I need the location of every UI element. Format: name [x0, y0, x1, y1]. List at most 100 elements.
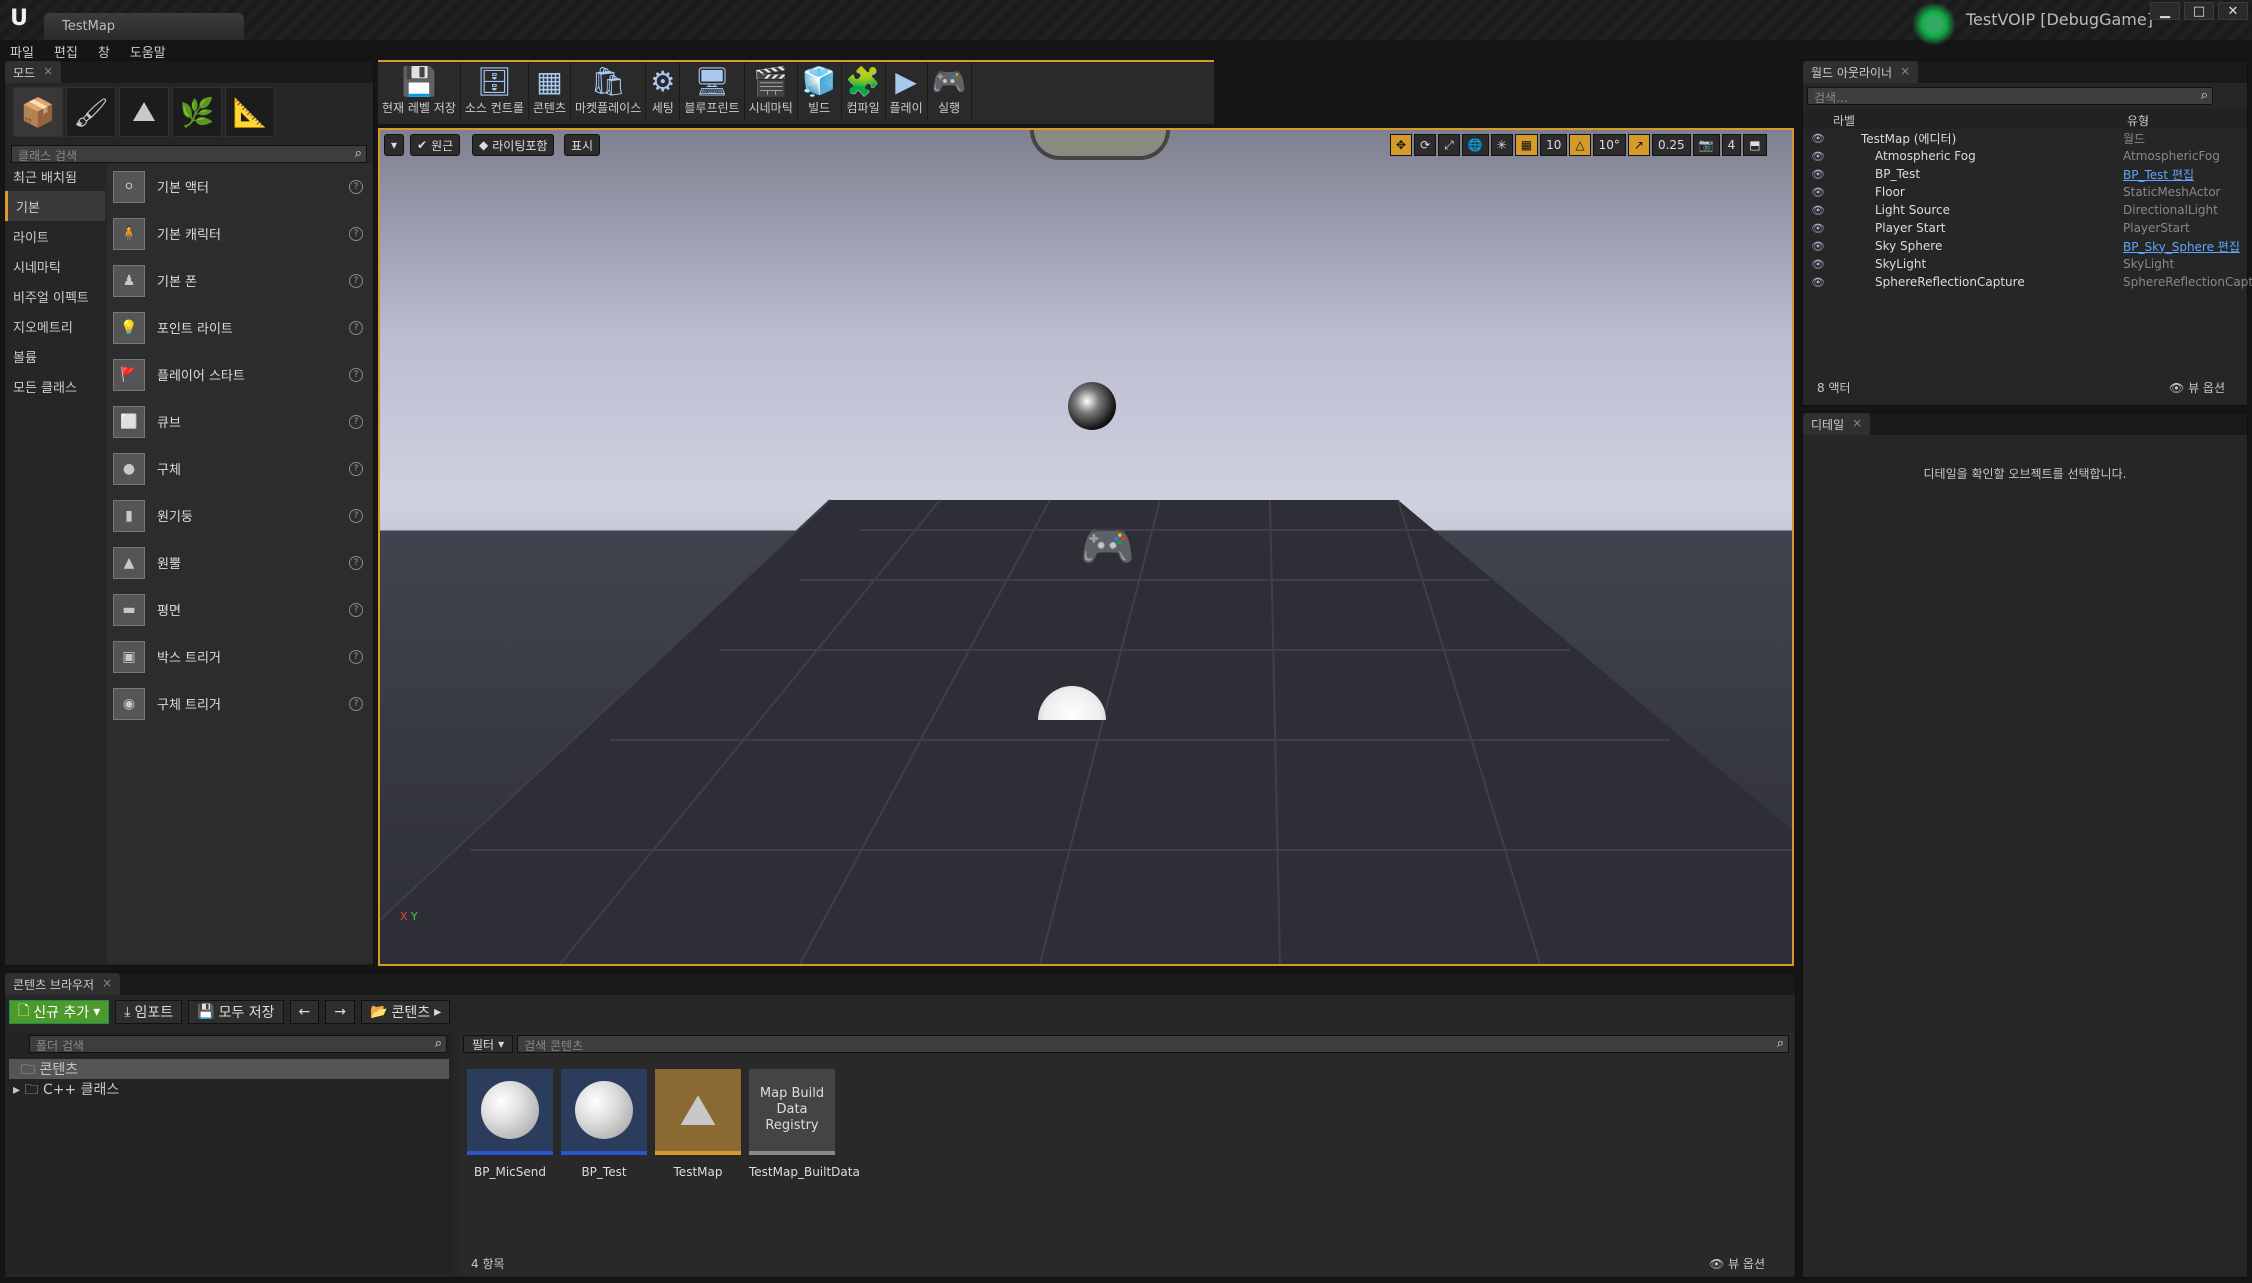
eye-icon[interactable]: 👁 — [1811, 222, 1825, 235]
list-item[interactable]: ⬜ 큐브? — [107, 398, 373, 445]
help-icon[interactable]: ? — [349, 555, 363, 570]
menu-edit[interactable]: 편집 — [44, 40, 88, 61]
lit-mode-button[interactable]: ◆ 라이팅포함 — [472, 134, 555, 156]
help-icon[interactable]: ? — [349, 414, 363, 429]
tab-modes[interactable]: 모드 × — [5, 61, 62, 83]
camera-speed-value[interactable]: 4 — [1721, 134, 1742, 156]
maximize-button[interactable]: □ — [2184, 2, 2214, 20]
category-lights[interactable]: 라이트 — [5, 221, 105, 251]
asset-tile[interactable]: BP_Test — [561, 1069, 647, 1180]
surface-snap-icon[interactable]: ✳ — [1490, 134, 1513, 156]
tab-world-outliner[interactable]: 월드 아웃라이너 × — [1803, 61, 1919, 83]
category-basic[interactable]: 기본 — [5, 191, 105, 221]
help-icon[interactable]: ? — [349, 649, 363, 664]
launch-button[interactable]: 🎮 실행 — [928, 62, 972, 120]
table-row[interactable]: 👁 Atmospheric Fog AtmosphericFog — [1803, 147, 2247, 165]
asset-tile[interactable]: BP_MicSend — [467, 1069, 553, 1180]
table-row[interactable]: 👁 TestMap (에디터) 월드 — [1803, 129, 2247, 147]
settings-button[interactable]: ⚙ 세팅 — [646, 62, 681, 120]
help-icon[interactable]: ? — [349, 367, 363, 382]
rotate-icon[interactable]: ⟳ — [1414, 134, 1437, 156]
view-options-button[interactable]: 👁 뷰 옵션 — [1709, 1255, 1765, 1272]
tab-content-browser[interactable]: 콘텐츠 브라우저 × — [5, 973, 121, 995]
close-icon[interactable]: × — [43, 64, 53, 83]
marketplace-button[interactable]: 🛍 마켓플레이스 — [571, 62, 647, 120]
table-row[interactable]: 👁 BP_Test BP_Test 편집 — [1803, 165, 2247, 183]
rotation-snap-value[interactable]: 10° — [1592, 134, 1626, 156]
build-button[interactable]: 🧊 빌드 — [798, 62, 842, 120]
forward-button[interactable]: → — [325, 1000, 356, 1024]
grid-snap-icon[interactable]: ▦ — [1514, 134, 1539, 156]
eye-icon[interactable]: 👁 — [1811, 276, 1825, 289]
outliner-search-input[interactable]: 검색... ⌕ — [1807, 87, 2213, 105]
eye-icon[interactable]: 👁 — [1811, 168, 1825, 181]
help-icon[interactable]: ? — [349, 320, 363, 335]
list-item[interactable]: ⚪ 기본 액터? — [107, 163, 373, 210]
content-button[interactable]: ▦ 콘텐츠 — [529, 62, 572, 120]
list-item[interactable]: ● 구체? — [107, 445, 373, 492]
map-document-tab[interactable]: TestMap — [44, 13, 244, 40]
help-icon[interactable]: ? — [349, 273, 363, 288]
foliage-mode-icon[interactable]: 🌿 — [172, 87, 222, 137]
reflection-capture-icon[interactable] — [1068, 382, 1116, 430]
add-new-button[interactable]: 🗋 신규 추가 ▾ — [9, 1000, 110, 1024]
perspective-button[interactable]: ✔ 원근 — [410, 134, 461, 156]
close-icon[interactable]: × — [1852, 416, 1862, 435]
level-viewport[interactable]: ▾ ✔ 원근 ◆ 라이팅포함 표시 ✥ ⟳ ⤢ 🌐 ✳ ▦ 10 △ 10° ↗ 0… — [378, 128, 1794, 966]
compile-button[interactable]: 🧩 컴파일 — [842, 62, 886, 120]
scale-snap-icon[interactable]: ↗ — [1627, 134, 1650, 156]
list-item[interactable]: 🧍 기본 캐릭터? — [107, 210, 373, 257]
column-label[interactable]: 라벨 — [1833, 112, 1855, 129]
translate-icon[interactable]: ✥ — [1390, 134, 1413, 156]
list-item[interactable]: ▣ 박스 트리거? — [107, 633, 373, 680]
table-row[interactable]: 👁 Light Source DirectionalLight — [1803, 201, 2247, 219]
place-mode-icon[interactable]: 📦 — [13, 87, 63, 137]
asset-tile[interactable]: Map Build Data Registry TestMap_BuiltData — [749, 1069, 860, 1180]
path-breadcrumb[interactable]: 📂 콘텐츠 ▸ — [361, 1000, 451, 1024]
geometry-mode-icon[interactable]: 📐 — [225, 87, 275, 137]
folder-item-content[interactable]: 🗀 콘텐츠 — [9, 1059, 449, 1079]
category-cinematic[interactable]: 시네마틱 — [5, 251, 105, 281]
save-all-button[interactable]: 💾 모두 저장 — [188, 1000, 284, 1024]
help-icon[interactable]: ? — [349, 461, 363, 476]
cinematics-button[interactable]: 🎬 시네마틱 — [745, 62, 798, 120]
eye-icon[interactable]: 👁 — [1811, 150, 1825, 163]
list-item[interactable]: ▮ 원기둥? — [107, 492, 373, 539]
paint-mode-icon[interactable]: 🖌 — [66, 87, 116, 137]
world-space-icon[interactable]: 🌐 — [1461, 134, 1489, 156]
show-button[interactable]: 표시 — [564, 134, 601, 156]
import-button[interactable]: ⤓ 임포트 — [115, 1000, 183, 1024]
list-item[interactable]: ◉ 구체 트리거? — [107, 680, 373, 727]
category-all-classes[interactable]: 모든 클래스 — [5, 371, 105, 401]
player-start-icon[interactable]: 🎮 — [1080, 520, 1135, 572]
category-geometry[interactable]: 지오메트리 — [5, 311, 105, 341]
table-row[interactable]: 👁 Sky Sphere BP_Sky_Sphere 편집 — [1803, 237, 2247, 255]
menu-window[interactable]: 창 — [88, 40, 120, 61]
column-type[interactable]: 유형 — [2127, 112, 2149, 129]
table-row[interactable]: 👁 Player Start PlayerStart — [1803, 219, 2247, 237]
help-icon[interactable]: ? — [349, 179, 363, 194]
list-item[interactable]: 🚩 플레이어 스타트? — [107, 351, 373, 398]
close-button[interactable]: ✕ — [2218, 2, 2248, 20]
category-visual-effects[interactable]: 비주얼 이펙트 — [5, 281, 105, 311]
viewport-options-button[interactable]: ▾ — [384, 134, 405, 156]
asset-tile[interactable]: ⛰ TestMap — [655, 1069, 741, 1180]
help-icon[interactable]: ? — [349, 508, 363, 523]
eye-icon[interactable]: 👁 — [1811, 186, 1825, 199]
category-recent[interactable]: 최근 배치됨 — [5, 161, 105, 191]
category-volumes[interactable]: 볼륨 — [5, 341, 105, 371]
scale-snap-value[interactable]: 0.25 — [1651, 134, 1691, 156]
table-row[interactable]: 👁 SphereReflectionCapture SphereReflection… — [1803, 273, 2252, 291]
grid-snap-value[interactable]: 10 — [1540, 134, 1568, 156]
help-icon[interactable]: ? — [349, 696, 363, 711]
scale-icon[interactable]: ⤢ — [1438, 134, 1460, 156]
landscape-mode-icon[interactable]: ⛰ — [119, 87, 169, 137]
list-item[interactable]: ▬ 평면? — [107, 586, 373, 633]
maximize-viewport-icon[interactable]: ⬒ — [1743, 134, 1767, 156]
edit-blueprint-link[interactable]: BP_Test 편집 — [2123, 166, 2194, 183]
menu-help[interactable]: 도움말 — [120, 40, 176, 61]
help-icon[interactable]: ? — [349, 226, 363, 241]
source-control-button[interactable]: 🗄 소스 컨트롤 — [461, 62, 529, 120]
eye-icon[interactable]: 👁 — [1811, 240, 1825, 253]
list-item[interactable]: ♟ 기본 폰? — [107, 257, 373, 304]
